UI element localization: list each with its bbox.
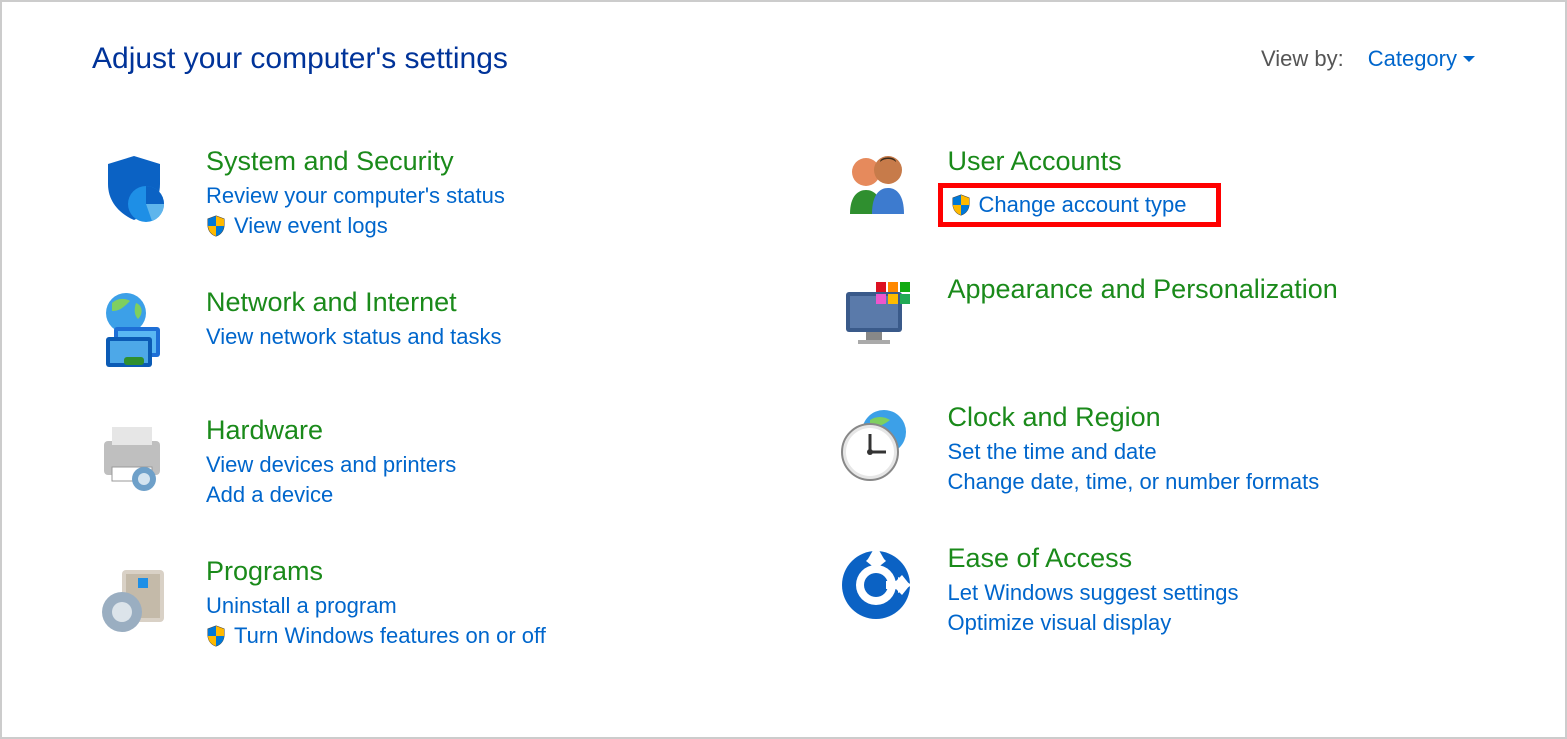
task-link[interactable]: Optimize visual display [948, 610, 1476, 636]
view-by-label: View by: [1261, 46, 1344, 72]
category-title[interactable]: System and Security [206, 146, 734, 177]
page-title: Adjust your computer's settings [92, 42, 508, 76]
ease-of-access-icon [834, 543, 918, 627]
task-link[interactable]: Change date, time, or number formats [948, 469, 1476, 495]
view-by: View by: Category [1261, 46, 1475, 72]
task-link[interactable]: Let Windows suggest settings [948, 580, 1476, 606]
view-by-dropdown[interactable]: Category [1368, 46, 1475, 72]
header: Adjust your computer's settings View by:… [92, 42, 1475, 76]
task-link[interactable]: Add a device [206, 482, 734, 508]
programs-icon [92, 556, 176, 640]
category-title[interactable]: User Accounts [948, 146, 1476, 177]
task-label: Add a device [206, 482, 333, 508]
right-column: User Accounts Change account type [834, 146, 1476, 697]
category-system-security: System and Security Review your computer… [92, 146, 734, 243]
chevron-down-icon [1463, 56, 1475, 62]
category-title[interactable]: Clock and Region [948, 402, 1476, 433]
category-programs: Programs Uninstall a program Turn Window… [92, 556, 734, 653]
category-appearance: Appearance and Personalization [834, 274, 1476, 358]
task-label: Set the time and date [948, 439, 1157, 465]
task-label: Turn Windows features on or off [234, 623, 546, 649]
uac-shield-icon [206, 625, 226, 647]
clock-icon [834, 402, 918, 486]
task-link[interactable]: View devices and printers [206, 452, 734, 478]
shield-icon [92, 146, 176, 230]
category-user-accounts: User Accounts Change account type [834, 146, 1476, 230]
task-link[interactable]: Review your computer's status [206, 183, 734, 209]
task-link-change-account-type[interactable]: Change account type [951, 192, 1187, 218]
category-title[interactable]: Appearance and Personalization [948, 274, 1476, 305]
task-label: Change account type [979, 192, 1187, 218]
category-title[interactable]: Ease of Access [948, 543, 1476, 574]
left-column: System and Security Review your computer… [92, 146, 734, 697]
task-label: Optimize visual display [948, 610, 1172, 636]
uac-shield-icon [206, 215, 226, 237]
task-label: Let Windows suggest settings [948, 580, 1239, 606]
users-icon [834, 146, 918, 230]
category-title[interactable]: Network and Internet [206, 287, 734, 318]
task-label: Uninstall a program [206, 593, 397, 619]
personalization-icon [834, 274, 918, 358]
category-columns: System and Security Review your computer… [92, 146, 1475, 697]
globe-network-icon [92, 287, 176, 371]
category-clock-region: Clock and Region Set the time and date C… [834, 402, 1476, 499]
category-title[interactable]: Hardware [206, 415, 734, 446]
category-hardware: Hardware View devices and printers Add a… [92, 415, 734, 512]
task-label: View event logs [234, 213, 388, 239]
task-link[interactable]: Turn Windows features on or off [206, 623, 734, 649]
task-link[interactable]: Uninstall a program [206, 593, 734, 619]
highlighted-task: Change account type [938, 183, 1222, 227]
category-ease-of-access: Ease of Access Let Windows suggest setti… [834, 543, 1476, 640]
category-network-internet: Network and Internet View network status… [92, 287, 734, 371]
category-title[interactable]: Programs [206, 556, 734, 587]
task-link[interactable]: View network status and tasks [206, 324, 734, 350]
task-label: View network status and tasks [206, 324, 502, 350]
uac-shield-icon [951, 194, 971, 216]
printer-icon [92, 415, 176, 499]
task-label: Review your computer's status [206, 183, 505, 209]
task-link[interactable]: View event logs [206, 213, 734, 239]
task-label: Change date, time, or number formats [948, 469, 1320, 495]
view-by-value: Category [1368, 46, 1457, 72]
task-link[interactable]: Set the time and date [948, 439, 1476, 465]
task-label: View devices and printers [206, 452, 456, 478]
